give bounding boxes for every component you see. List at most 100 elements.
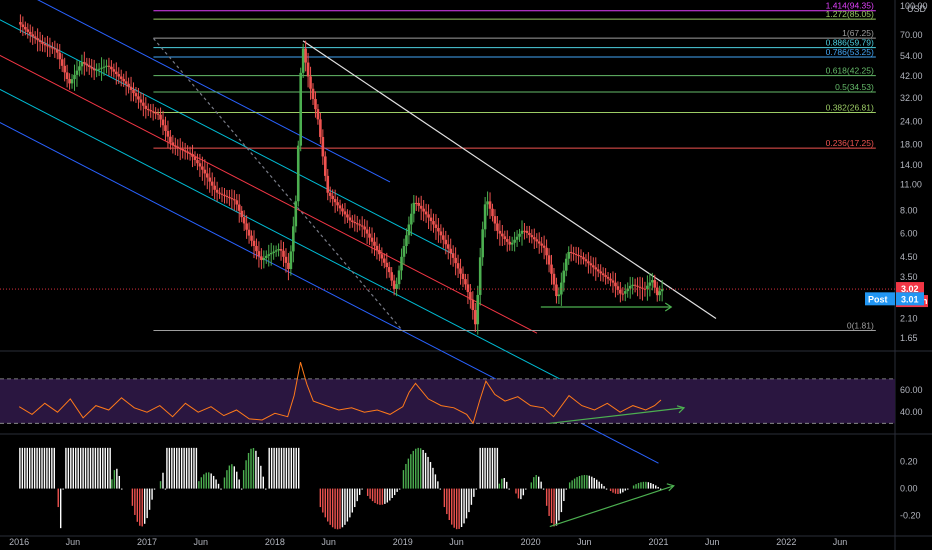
candle-body bbox=[439, 231, 443, 236]
time-tick-label: 2017 bbox=[137, 537, 157, 547]
price-tick-label: 54.00 bbox=[900, 51, 923, 61]
candle-body bbox=[144, 105, 148, 109]
oscillator-bar bbox=[109, 447, 111, 489]
oscillator-bar bbox=[346, 488, 349, 522]
fib-level-label: 0.5(34.53) bbox=[835, 82, 874, 92]
oscillator-bar bbox=[188, 447, 190, 489]
candle-body bbox=[422, 208, 425, 212]
candle-body bbox=[437, 227, 440, 232]
oscillator-bar bbox=[560, 488, 563, 513]
price-tick-label: 4.50 bbox=[900, 252, 918, 262]
candle-body bbox=[429, 217, 433, 222]
candle-body bbox=[235, 200, 239, 205]
candle-body bbox=[240, 210, 243, 218]
candle-body bbox=[550, 264, 553, 274]
candle-body bbox=[638, 286, 642, 288]
candle-body bbox=[28, 31, 32, 35]
oscillator-bar bbox=[603, 486, 605, 489]
oscillator-bar bbox=[366, 488, 369, 496]
candle-body bbox=[218, 192, 221, 194]
oscillator-bar bbox=[460, 488, 463, 527]
oscillator-bar bbox=[522, 488, 525, 496]
oscillator-bar bbox=[349, 488, 351, 518]
oscillator-bar bbox=[593, 478, 595, 489]
candle-body bbox=[343, 211, 347, 215]
oscillator-bar bbox=[396, 488, 398, 492]
candle-body bbox=[587, 261, 590, 264]
candle-body bbox=[407, 224, 411, 236]
candle-body bbox=[338, 205, 342, 209]
candle-body bbox=[142, 102, 145, 106]
chart-canvas[interactable]: 1.414(94.35)1.272(85.05)1(67.25)0.886(59… bbox=[0, 0, 932, 550]
candle-body bbox=[542, 245, 546, 248]
candle-body bbox=[471, 299, 475, 311]
oscillator-bar bbox=[205, 472, 207, 489]
candle-body bbox=[621, 293, 625, 295]
oscillator-bar bbox=[419, 448, 422, 489]
oscillator-bar bbox=[185, 447, 188, 489]
oscillator-bar bbox=[437, 481, 439, 489]
candle-body bbox=[65, 72, 69, 79]
oscillator-bar bbox=[283, 447, 285, 489]
oscillator-bar bbox=[501, 478, 503, 489]
oscillator-bar bbox=[642, 481, 645, 489]
candle-body bbox=[87, 65, 91, 67]
oscillator-bar bbox=[29, 447, 31, 489]
candle-body bbox=[309, 76, 312, 89]
oscillator-bar bbox=[627, 488, 629, 490]
fib-level-label: 0.236(17.25) bbox=[826, 138, 874, 148]
oscillator-bar bbox=[506, 481, 508, 489]
candle-body bbox=[279, 249, 283, 251]
oscillator-bar bbox=[458, 488, 460, 529]
oscillator-bar bbox=[617, 488, 619, 494]
candle-body bbox=[552, 273, 556, 285]
time-tick-label: Jun bbox=[705, 537, 720, 547]
candle-body bbox=[169, 136, 172, 143]
candle-body bbox=[107, 65, 111, 67]
candle-body bbox=[599, 271, 602, 274]
oscillator-bar bbox=[21, 447, 24, 489]
candle-body bbox=[584, 259, 588, 262]
candle-body bbox=[493, 216, 497, 224]
rsi-tick-label: 40.00 bbox=[900, 407, 923, 417]
candle-body bbox=[518, 233, 521, 237]
oscillator-bar bbox=[379, 488, 381, 505]
candle-body bbox=[469, 292, 472, 300]
oscillator-bar bbox=[141, 488, 143, 527]
candle-body bbox=[198, 163, 202, 167]
candle-body bbox=[38, 40, 42, 43]
oscillator-bar bbox=[555, 488, 558, 526]
candle-body bbox=[43, 43, 47, 46]
candle-body bbox=[619, 289, 622, 294]
oscillator-bar bbox=[77, 447, 79, 489]
price-tick-label: 14.00 bbox=[900, 160, 923, 170]
candle-body bbox=[562, 270, 566, 283]
oscillator-bar bbox=[89, 447, 92, 489]
candle-body bbox=[274, 250, 278, 252]
candle-body bbox=[476, 294, 480, 325]
candle-body bbox=[579, 255, 583, 258]
oscillator-bar bbox=[195, 447, 198, 489]
oscillator-bar bbox=[565, 488, 568, 490]
oscillator-bar bbox=[545, 488, 548, 506]
candle-body bbox=[223, 194, 226, 196]
candle-body bbox=[311, 88, 315, 99]
candle-body bbox=[395, 284, 398, 289]
candle-body bbox=[648, 282, 652, 286]
candle-body bbox=[412, 202, 416, 214]
candle-body bbox=[601, 273, 605, 276]
candle-body bbox=[237, 204, 241, 211]
candle-body bbox=[532, 237, 536, 240]
candle-body bbox=[228, 197, 231, 199]
oscillator-bar bbox=[583, 475, 586, 489]
candle-body bbox=[301, 48, 305, 73]
price-tick-label: 6.00 bbox=[900, 229, 918, 239]
candle-body bbox=[137, 96, 140, 100]
candle-body bbox=[636, 285, 639, 287]
oscillator-bar bbox=[183, 447, 185, 489]
candle-body bbox=[486, 201, 489, 205]
oscillator-bar bbox=[376, 488, 379, 505]
time-tick-label: Jun bbox=[449, 537, 464, 547]
candle-body bbox=[641, 287, 644, 289]
oscillator-bar bbox=[102, 447, 104, 489]
